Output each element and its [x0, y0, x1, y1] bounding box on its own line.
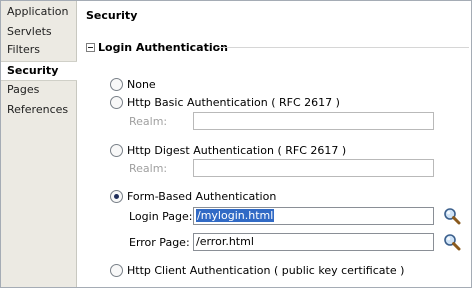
- radio-none[interactable]: [110, 77, 123, 91]
- sidebar-nav: Application Servlets Filters Security Pa…: [1, 1, 77, 287]
- page-title: Security: [86, 9, 138, 22]
- error-page-field[interactable]: /error.html: [193, 233, 434, 251]
- basic-realm-label: Realm:: [129, 115, 168, 128]
- sidebar-item-references[interactable]: References: [1, 101, 76, 121]
- radio-form-based-auth[interactable]: [110, 189, 123, 203]
- login-page-value: /mylogin.html: [196, 209, 275, 222]
- option-form-based-auth[interactable]: Form-Based Authentication: [110, 188, 276, 204]
- section-divider: [217, 47, 469, 48]
- option-none-label: None: [127, 77, 156, 91]
- digest-realm-label: Realm:: [129, 162, 168, 175]
- option-none[interactable]: None: [110, 76, 156, 92]
- radio-client-cert-auth[interactable]: [110, 263, 123, 277]
- login-page-field[interactable]: /mylogin.html: [193, 207, 434, 225]
- sidebar-item-pages[interactable]: Pages: [1, 81, 76, 101]
- sidebar-item-servlets[interactable]: Servlets: [1, 23, 76, 43]
- option-digest-auth-label: Http Digest Authentication ( RFC 2617 ): [127, 143, 347, 157]
- section-header[interactable]: Login Authentication: [86, 39, 228, 55]
- error-page-search-icon[interactable]: [443, 233, 461, 251]
- radio-basic-auth[interactable]: [110, 95, 123, 109]
- error-page-label: Error Page:: [129, 236, 190, 249]
- login-page-label: Login Page:: [129, 210, 193, 223]
- option-basic-auth-label: Http Basic Authentication ( RFC 2617 ): [127, 95, 340, 109]
- option-digest-auth[interactable]: Http Digest Authentication ( RFC 2617 ): [110, 142, 346, 158]
- radio-digest-auth[interactable]: [110, 143, 123, 157]
- option-basic-auth[interactable]: Http Basic Authentication ( RFC 2617 ): [110, 94, 340, 110]
- main-content: Security Login Authentication None Http …: [77, 1, 470, 286]
- section-title: Login Authentication: [98, 40, 228, 54]
- basic-realm-field[interactable]: [193, 112, 434, 130]
- sidebar-item-application[interactable]: Application: [1, 3, 76, 23]
- option-client-cert-auth[interactable]: Http Client Authentication ( public key …: [110, 262, 404, 278]
- option-form-based-auth-label: Form-Based Authentication: [127, 189, 277, 203]
- login-page-search-icon[interactable]: [443, 207, 461, 225]
- digest-realm-field[interactable]: [193, 159, 434, 177]
- sidebar-item-filters[interactable]: Filters: [1, 41, 76, 61]
- sidebar-item-security[interactable]: Security: [1, 61, 77, 81]
- collapse-minus-icon[interactable]: [86, 42, 95, 52]
- option-client-cert-auth-label: Http Client Authentication ( public key …: [127, 263, 405, 277]
